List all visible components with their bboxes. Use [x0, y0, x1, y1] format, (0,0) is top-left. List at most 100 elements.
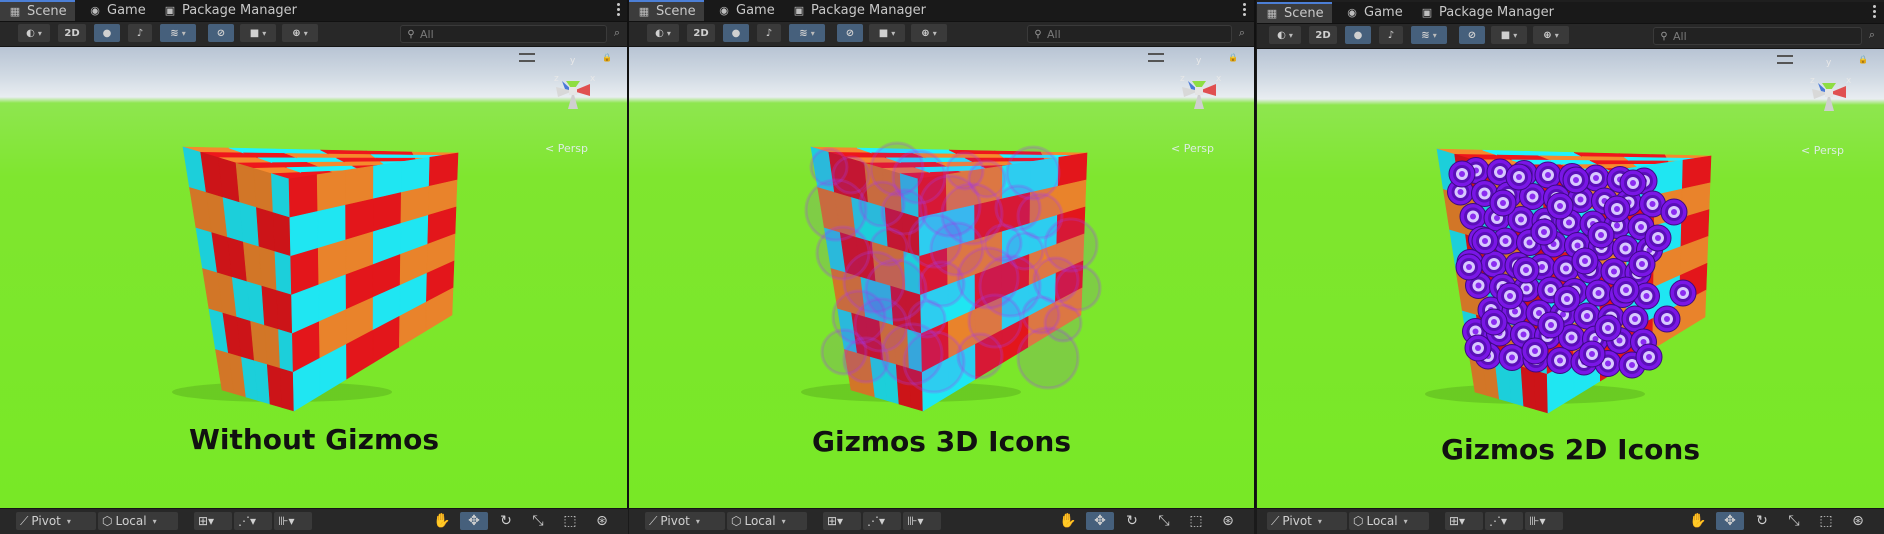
increment-snap-button[interactable]: ⊪▾ — [1525, 512, 1563, 530]
lighting-toggle[interactable]: ● — [1345, 26, 1371, 44]
scene-viewport[interactable]: y x z 🔒 < Persp Gizmos 3D Icons — [629, 47, 1254, 509]
panel-divider — [1254, 0, 1256, 508]
view-tool-button[interactable]: ✋ — [1054, 512, 1082, 530]
tool-settings-bar: ⟋ Pivot ▾ ⬡ Local ▾ ⊞▾ ⋰▾ ⊪▾ ✋ ✥ ↻ ⤡ ⬚ ⊛ — [629, 508, 1254, 534]
tab-package-manager[interactable]: ▣ Package Manager — [784, 0, 934, 21]
local-dropdown[interactable]: ⬡ Local ▾ — [727, 512, 807, 530]
effects-dropdown[interactable]: ≋ ▾ — [160, 24, 196, 42]
search-field[interactable]: ⚲ All — [400, 25, 607, 43]
grid-visibility-button[interactable]: ⋰▾ — [1485, 512, 1523, 530]
move-tool-button[interactable]: ✥ — [1716, 512, 1744, 530]
increment-snap-button[interactable]: ⊪▾ — [903, 512, 941, 530]
pivot-dropdown[interactable]: ⟋ Pivot ▾ — [1267, 512, 1347, 530]
rect-tool-button[interactable]: ⬚ — [556, 512, 584, 530]
audio-toggle[interactable]: ♪ — [1379, 26, 1403, 44]
transform-tool-button[interactable]: ⊛ — [1844, 512, 1872, 530]
tab-scene[interactable]: ▦ Scene — [0, 0, 75, 21]
search-options-icon[interactable]: ⌕ — [1865, 27, 1879, 43]
cube-tile — [320, 149, 373, 155]
lock-icon[interactable]: 🔒 — [1858, 55, 1868, 64]
perspective-label[interactable]: < Persp — [1171, 142, 1214, 155]
rect-tool-button[interactable]: ⬚ — [1812, 512, 1840, 530]
effects-dropdown[interactable]: ≋ ▾ — [1411, 26, 1447, 44]
overlay-menu-icon[interactable] — [1777, 55, 1793, 64]
orientation-gizmo[interactable]: y x z — [538, 51, 608, 125]
scale-icon: ⤡ — [1788, 513, 1800, 529]
scene-visibility-toggle[interactable]: ⊘ — [1459, 26, 1485, 44]
camera-dropdown[interactable]: ■ ▾ — [1491, 26, 1527, 44]
pivot-dropdown[interactable]: ⟋ Pivot ▾ — [645, 512, 725, 530]
scale-tool-button[interactable]: ⤡ — [1780, 512, 1808, 530]
move-tool-button[interactable]: ✥ — [460, 512, 488, 530]
lock-icon[interactable]: 🔒 — [1228, 53, 1238, 62]
tab-game[interactable]: ◉ Game — [1337, 2, 1411, 23]
transform-tool-button[interactable]: ⊛ — [588, 512, 616, 530]
view-tool-button[interactable]: ✋ — [1684, 512, 1712, 530]
search-options-icon[interactable]: ⌕ — [1235, 25, 1249, 41]
scene-viewport[interactable]: y x z 🔒 < Persp Gizmos 2D Icons — [1257, 49, 1884, 510]
rotate-tool-button[interactable]: ↻ — [492, 512, 520, 530]
perspective-label[interactable]: < Persp — [1801, 144, 1844, 157]
scale-tool-button[interactable]: ⤡ — [1150, 512, 1178, 530]
grid-snap-button[interactable]: ⊞▾ — [1445, 512, 1483, 530]
move-tool-button[interactable]: ✥ — [1086, 512, 1114, 530]
draw-mode-dropdown[interactable]: ◐ ▾ — [1269, 26, 1301, 44]
shading-sphere-icon: ◐ — [1277, 29, 1286, 41]
local-dropdown[interactable]: ⬡ Local ▾ — [98, 512, 178, 530]
tab-game[interactable]: ◉ Game — [80, 0, 154, 21]
rotate-tool-button[interactable]: ↻ — [1748, 512, 1776, 530]
gizmo-2d-icon — [1512, 308, 1518, 315]
tab-scene[interactable]: ▦ Scene — [629, 0, 704, 21]
lighting-toggle[interactable]: ● — [94, 24, 120, 42]
rect-tool-button[interactable]: ⬚ — [1182, 512, 1210, 530]
scale-tool-button[interactable]: ⤡ — [524, 512, 552, 530]
draw-mode-dropdown[interactable]: ◐ ▾ — [18, 24, 50, 42]
lock-icon[interactable]: 🔒 — [602, 53, 612, 62]
transform-tool-button[interactable]: ⊛ — [1214, 512, 1242, 530]
grid-snap-button[interactable]: ⊞▾ — [823, 512, 861, 530]
grid-snap-button[interactable]: ⊞▾ — [194, 512, 232, 530]
toggle-2d-button[interactable]: 2D — [1309, 26, 1337, 44]
camera-dropdown[interactable]: ■ ▾ — [869, 24, 905, 42]
overlay-menu-icon[interactable] — [1148, 53, 1164, 62]
more-options-icon[interactable] — [1872, 4, 1876, 20]
audio-toggle[interactable]: ♪ — [128, 24, 152, 42]
effects-dropdown[interactable]: ≋ ▾ — [789, 24, 825, 42]
increment-snap-button[interactable]: ⊪▾ — [274, 512, 312, 530]
toggle-2d-button[interactable]: 2D — [687, 24, 715, 42]
gizmos-dropdown[interactable]: ⊕ ▾ — [911, 24, 947, 42]
gizmo-2d-icon — [1664, 316, 1670, 322]
tab-game[interactable]: ◉ Game — [709, 0, 783, 21]
scene-visibility-toggle[interactable]: ⊘ — [837, 24, 863, 42]
tab-package-manager[interactable]: ▣ Package Manager — [1412, 2, 1562, 23]
toggle-2d-button[interactable]: 2D — [58, 24, 86, 42]
audio-toggle[interactable]: ♪ — [757, 24, 781, 42]
search-field[interactable]: ⚲ All — [1027, 25, 1232, 43]
scene-visibility-toggle[interactable]: ⊘ — [208, 24, 234, 42]
more-options-icon[interactable] — [616, 2, 620, 18]
orientation-gizmo[interactable]: y x z — [1164, 51, 1234, 125]
gizmos-dropdown[interactable]: ⊕ ▾ — [1533, 26, 1569, 44]
scene-grid-icon: ▦ — [9, 5, 21, 18]
pivot-dropdown[interactable]: ⟋ Pivot ▾ — [16, 512, 96, 530]
overlay-menu-icon[interactable] — [519, 53, 535, 62]
orientation-gizmo[interactable]: y x z — [1794, 53, 1864, 127]
view-tool-button[interactable]: ✋ — [428, 512, 456, 530]
grid-visibility-button[interactable]: ⋰▾ — [234, 512, 272, 530]
perspective-label[interactable]: < Persp — [545, 142, 588, 155]
tab-package-manager[interactable]: ▣ Package Manager — [155, 0, 305, 21]
scene-viewport[interactable]: y x z 🔒 < Persp Without Gizmos — [0, 47, 628, 509]
more-options-icon[interactable] — [1242, 2, 1246, 18]
rect-icon: ⬚ — [1819, 513, 1833, 529]
lighting-toggle[interactable]: ● — [723, 24, 749, 42]
rotate-tool-button[interactable]: ↻ — [1118, 512, 1146, 530]
search-field[interactable]: ⚲ All — [1653, 27, 1862, 45]
search-options-icon[interactable]: ⌕ — [610, 25, 624, 41]
local-dropdown[interactable]: ⬡ Local ▾ — [1349, 512, 1429, 530]
gizmos-dropdown[interactable]: ⊕ ▾ — [282, 24, 318, 42]
tab-scene[interactable]: ▦ Scene — [1257, 2, 1332, 23]
camera-dropdown[interactable]: ■ ▾ — [240, 24, 276, 42]
grid-visibility-button[interactable]: ⋰▾ — [863, 512, 901, 530]
gizmo-2d-icon — [1536, 310, 1542, 316]
draw-mode-dropdown[interactable]: ◐ ▾ — [647, 24, 679, 42]
